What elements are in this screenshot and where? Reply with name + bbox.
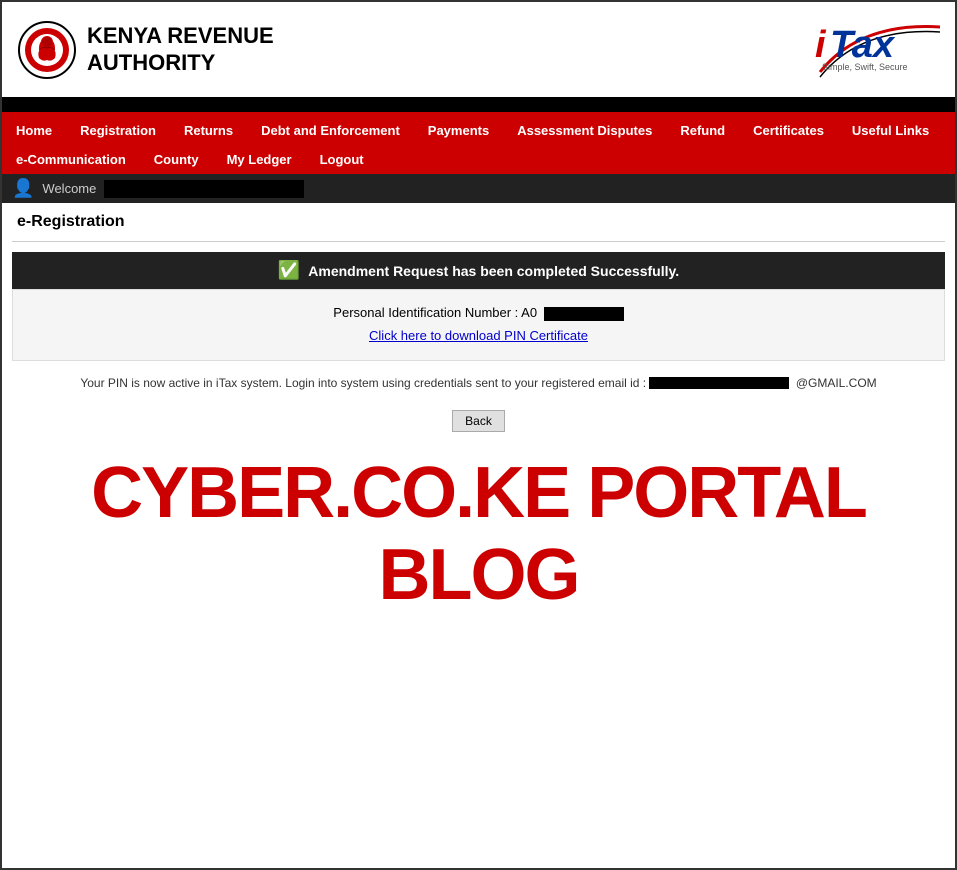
kra-emblem-icon — [17, 20, 77, 80]
page-header: Kenya Revenue Authority i Tax Simple, Sw… — [2, 2, 955, 100]
email-redacted — [649, 377, 789, 389]
check-icon: ✅ — [278, 260, 300, 281]
kra-logo: Kenya Revenue Authority — [17, 20, 274, 80]
nav-certificates[interactable]: Certificates — [739, 116, 838, 145]
kra-name-line2: Authority — [87, 50, 274, 76]
success-banner: ✅ Amendment Request has been completed S… — [12, 252, 945, 289]
download-certificate-link[interactable]: Click here to download PIN Certificate — [369, 328, 588, 343]
kra-name: Kenya Revenue Authority — [87, 23, 274, 76]
pin-label: Personal Identification Number : A0 — [333, 305, 537, 320]
nav-useful-links[interactable]: Useful Links — [838, 116, 943, 145]
nav-row-2: e-Communication County My Ledger Logout — [2, 145, 955, 174]
email-notice-text: Your PIN is now active in iTax system. L… — [80, 376, 646, 390]
success-message: Amendment Request has been completed Suc… — [308, 263, 679, 279]
itax-logo-graphic: i Tax Simple, Swift, Secure — [760, 12, 940, 82]
itax-logo: i Tax Simple, Swift, Secure — [760, 12, 940, 87]
nav-debt-enforcement[interactable]: Debt and Enforcement — [247, 116, 414, 145]
page-title: e-Registration — [12, 203, 945, 242]
username-value — [104, 180, 304, 198]
header-black-bar — [2, 100, 955, 112]
nav-county[interactable]: County — [140, 145, 213, 174]
user-icon: 👤 — [12, 178, 34, 199]
nav-registration[interactable]: Registration — [66, 116, 170, 145]
email-domain: @GMAIL.COM — [796, 376, 877, 390]
welcome-bar: 👤 Welcome — [2, 174, 955, 203]
back-button[interactable]: Back — [452, 410, 505, 432]
info-section: Personal Identification Number : A0 Clic… — [12, 289, 945, 361]
pin-info-line: Personal Identification Number : A0 — [28, 305, 929, 321]
nav-ecommunication[interactable]: e-Communication — [2, 145, 140, 174]
nav-my-ledger[interactable]: My Ledger — [213, 145, 306, 174]
nav-assessment-disputes[interactable]: Assessment Disputes — [503, 116, 666, 145]
content-area: e-Registration ✅ Amendment Request has b… — [2, 203, 955, 636]
svg-text:Tax: Tax — [830, 24, 896, 66]
welcome-label: Welcome — [42, 181, 96, 196]
nav-payments[interactable]: Payments — [414, 116, 503, 145]
navigation-bar: Home Registration Returns Debt and Enfor… — [2, 116, 955, 174]
svg-text:Simple, Swift, Secure: Simple, Swift, Secure — [822, 62, 908, 72]
pin-number-redacted — [544, 307, 624, 321]
back-button-wrapper: Back — [12, 410, 945, 432]
svg-text:i: i — [815, 24, 827, 66]
nav-refund[interactable]: Refund — [666, 116, 739, 145]
nav-home[interactable]: Home — [2, 116, 66, 145]
download-link-wrapper[interactable]: Click here to download PIN Certificate — [28, 327, 929, 345]
kra-name-line1: Kenya Revenue — [87, 23, 274, 49]
nav-row-1: Home Registration Returns Debt and Enfor… — [2, 116, 955, 145]
watermark-text: CYBER.CO.KE PORTAL BLOG — [12, 452, 945, 616]
nav-logout[interactable]: Logout — [306, 145, 378, 174]
email-notice: Your PIN is now active in iTax system. L… — [12, 361, 945, 405]
nav-returns[interactable]: Returns — [170, 116, 247, 145]
